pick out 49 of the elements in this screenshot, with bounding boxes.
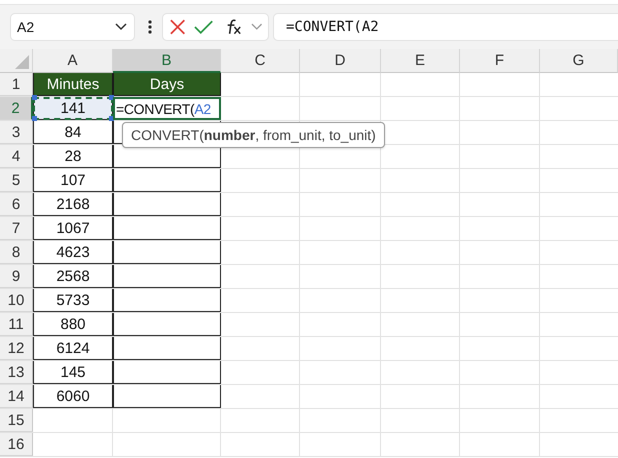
table-cell: 1067 <box>33 217 113 240</box>
table-cell: 84 <box>33 121 113 144</box>
column-header[interactable]: E <box>381 49 460 73</box>
column-header[interactable]: C <box>221 49 300 73</box>
table-cell: 145 <box>33 361 113 384</box>
table-cell: 6124 <box>33 337 113 360</box>
row-header[interactable]: 5 <box>0 169 33 192</box>
table-cell: 28 <box>33 145 113 168</box>
table-cell: 107 <box>33 169 113 192</box>
formula-text: =CONVERT( <box>116 100 194 116</box>
row-header[interactable]: 2 <box>0 97 33 120</box>
header-cell: Days <box>113 73 221 96</box>
column-header[interactable]: D <box>300 49 381 73</box>
column-header[interactable]: G <box>540 49 618 73</box>
chevron-down-icon[interactable] <box>114 22 128 32</box>
function-tooltip: CONVERT(number, from_unit, to_unit) <box>122 122 385 148</box>
row-header[interactable]: 11 <box>0 313 33 336</box>
table-cell: 5733 <box>33 289 113 312</box>
header-cell: Minutes <box>33 73 113 96</box>
column-header[interactable]: F <box>460 49 540 73</box>
cell-reference: A2 <box>194 100 211 116</box>
name-box[interactable]: A2 <box>10 13 135 41</box>
row-header[interactable]: 8 <box>0 241 33 264</box>
table-cell: 4623 <box>33 241 113 264</box>
cancel-icon[interactable] <box>169 18 186 36</box>
table-cell: 880 <box>33 313 113 336</box>
table-cell: 6060 <box>33 385 113 408</box>
row-header[interactable]: 4 <box>0 145 33 168</box>
table-cell: 2168 <box>33 193 113 216</box>
cell-reference: A2 <box>17 19 34 35</box>
row-header[interactable]: 10 <box>0 289 33 312</box>
check-icon[interactable] <box>194 19 214 35</box>
row-header[interactable]: 6 <box>0 193 33 216</box>
row-header[interactable]: 13 <box>0 361 33 384</box>
row-header[interactable]: 9 <box>0 265 33 288</box>
column-header[interactable]: B <box>113 49 221 73</box>
row-header[interactable]: 16 <box>0 433 33 456</box>
editing-cell[interactable]: =CONVERT(A2 <box>113 97 221 120</box>
row-header[interactable]: 14 <box>0 385 33 408</box>
table-cell: 2568 <box>33 265 113 288</box>
formula-field[interactable]: =CONVERT(A2 <box>273 13 618 41</box>
table-cell: 141 <box>33 97 113 120</box>
row-header[interactable]: 3 <box>0 121 33 144</box>
row-header[interactable]: 1 <box>0 73 33 96</box>
more-icon[interactable] <box>148 19 152 35</box>
row-header[interactable]: 12 <box>0 337 33 360</box>
row-header[interactable]: 15 <box>0 409 33 432</box>
column-header[interactable]: A <box>33 49 113 73</box>
row-header[interactable]: 7 <box>0 217 33 240</box>
